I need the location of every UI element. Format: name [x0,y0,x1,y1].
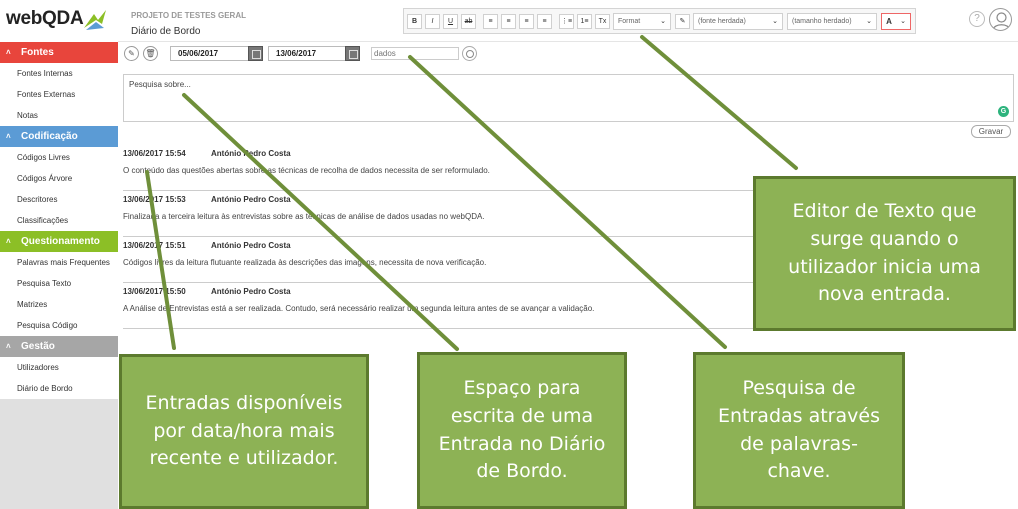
entry-text: O conteúdo das questões abertas sobre as… [123,166,490,175]
text-color-label: A [886,16,892,26]
entry-datetime: 13/06/2017 15:53 [123,195,186,204]
callout-writing: Espaço para escrita de uma Entrada no Di… [417,352,627,509]
sidebar-item-palavras-frequentes[interactable]: Palavras mais Frequentes [0,252,118,273]
align-center-button[interactable]: ≡ [501,13,516,29]
sidebar-item-pesquisa-codigo[interactable]: Pesquisa Código [0,315,118,336]
chevron-down-icon: ⌄ [772,18,778,25]
format-select-label: Format [618,17,641,25]
grammarly-icon[interactable]: G [998,106,1009,117]
bullet-list-button[interactable]: ⋮≡ [559,13,574,29]
size-select[interactable]: (tamanho herdado) ⌄ [787,12,877,30]
sidebar-section-label: Questionamento [21,236,100,247]
callout-entries: Entradas disponíveis por data/hora mais … [119,354,369,509]
sidebar-section-questionamento[interactable]: ˄ Questionamento [0,231,118,252]
search-input[interactable] [371,47,459,60]
callout-search: Pesquisa de Entradas através de palavras… [693,352,905,509]
sidebar-item-fontes-externas[interactable]: Fontes Externas [0,84,118,105]
entry-meta: 13/06/2017 15:54 António Pedro Costa [123,149,291,158]
search-icon[interactable] [462,46,477,61]
entry-text: A Análise de Entrevistas está a ser real… [123,304,595,313]
sidebar-item-diario-bordo[interactable]: Diário de Bordo [0,378,118,399]
clear-format-button[interactable]: Tx [595,13,610,29]
sidebar-section-label: Codificação [21,131,78,142]
callout-search-text: Pesquisa de Entradas através de palavras… [718,377,880,483]
entry-author: António Pedro Costa [211,287,291,296]
calendar-from-icon[interactable] [248,46,263,61]
user-avatar-icon[interactable] [989,8,1012,31]
date-from-input[interactable]: 05/06/2017 [170,46,250,61]
chevron-down-icon: ⌄ [866,18,872,25]
date-to-input[interactable]: 13/06/2017 [268,46,348,61]
chevron-up-icon: ˄ [6,342,11,351]
save-button[interactable]: Gravar [971,125,1011,138]
text-color-button[interactable]: A ⌄ [881,12,911,30]
logo-text: webQDA [6,8,84,29]
align-right-button[interactable]: ≡ [519,13,534,29]
sidebar-item-classificacoes[interactable]: Classificações [0,210,118,231]
sidebar-item-codigos-livres[interactable]: Códigos Livres [0,147,118,168]
callout-entries-text: Entradas disponíveis por data/hora mais … [145,392,343,470]
align-justify-button[interactable]: ≡ [537,13,552,29]
sidebar-item-pesquisa-texto[interactable]: Pesquisa Texto [0,273,118,294]
sidebar-item-fontes-internas[interactable]: Fontes Internas [0,63,118,84]
entry-meta: 13/06/2017 15:50 António Pedro Costa [123,287,291,296]
sidebar-section-label: Gestão [21,341,55,352]
callout-editor-text: Editor de Texto que surge quando o utili… [788,200,981,306]
font-select-label: (fonte herdada) [698,17,746,25]
entry-author: António Pedro Costa [211,149,291,158]
chevron-up-icon: ˄ [6,132,11,141]
numbered-list-button[interactable]: 1≡ [577,13,592,29]
chevron-down-icon: ⌄ [900,18,906,25]
entry-textarea[interactable]: Pesquisa sobre... G [123,74,1014,122]
project-name: PROJETO DE TESTES GERAL [131,11,246,20]
font-select[interactable]: (fonte herdada) ⌄ [693,12,783,30]
chevron-up-icon: ˄ [6,237,11,246]
user-silhouette-icon [992,12,1011,30]
sidebar-section-codificacao[interactable]: ˄ Codificação [0,126,118,147]
chevron-down-icon: ⌄ [660,18,666,25]
entry-placeholder: Pesquisa sobre... [129,80,191,89]
entry-author: António Pedro Costa [211,195,291,204]
align-left-button[interactable]: ≡ [483,13,498,29]
header: PROJETO DE TESTES GERAL Diário de Bordo … [118,0,1018,42]
size-select-label: (tamanho herdado) [792,17,852,25]
entry-datetime: 13/06/2017 15:51 [123,241,186,250]
callout-editor: Editor de Texto que surge quando o utili… [753,176,1016,331]
sidebar-item-codigos-arvore[interactable]: Códigos Árvore [0,168,118,189]
entry-meta: 13/06/2017 15:51 António Pedro Costa [123,241,291,250]
sidebar-section-fontes[interactable]: ˄ Fontes [0,42,118,63]
calendar-to-icon[interactable] [345,46,360,61]
bold-button[interactable]: B [407,13,422,29]
entry-text: Finalizada a terceira leitura às entrevi… [123,212,485,221]
underline-button[interactable]: U [443,13,458,29]
chevron-up-icon: ˄ [6,48,11,57]
help-icon[interactable]: ? [969,11,985,27]
entry-datetime: 13/06/2017 15:50 [123,287,186,296]
page-title: Diário de Bordo [131,26,201,37]
entry-text: Códigos livres da leitura flutuante real… [123,258,487,267]
sidebar-item-utilizadores[interactable]: Utilizadores [0,357,118,378]
sidebar-item-descritores[interactable]: Descritores [0,189,118,210]
sidebar-item-notas[interactable]: Notas [0,105,118,126]
entry-author: António Pedro Costa [211,241,291,250]
format-select[interactable]: Format ⌄ [613,12,671,30]
entry-meta: 13/06/2017 15:53 António Pedro Costa [123,195,291,204]
entry-datetime: 13/06/2017 15:54 [123,149,186,158]
strikethrough-button[interactable]: ab [461,13,476,29]
filter-bar: ✎ 🗑 05/06/2017 13/06/2017 [118,42,1018,64]
eraser-icon[interactable]: ✎ [675,13,690,29]
sidebar-section-gestao[interactable]: ˄ Gestão [0,336,118,357]
sidebar-section-label: Fontes [21,47,54,58]
sidebar-item-matrizes[interactable]: Matrizes [0,294,118,315]
italic-button[interactable]: I [425,13,440,29]
sidebar: webQDA ˄ Fontes Fontes Internas Fontes E… [0,0,118,509]
logo: webQDA [0,0,118,42]
editor-toolbar: B I U ab ≡ ≡ ≡ ≡ ⋮≡ 1≡ Tx Format ⌄ ✎ (fo… [403,8,916,34]
logo-leaf-icon [84,10,106,30]
callout-writing-text: Espaço para escrita de uma Entrada no Di… [438,377,606,483]
new-entry-button[interactable]: ✎ [124,46,139,61]
delete-entry-button[interactable]: 🗑 [143,46,158,61]
